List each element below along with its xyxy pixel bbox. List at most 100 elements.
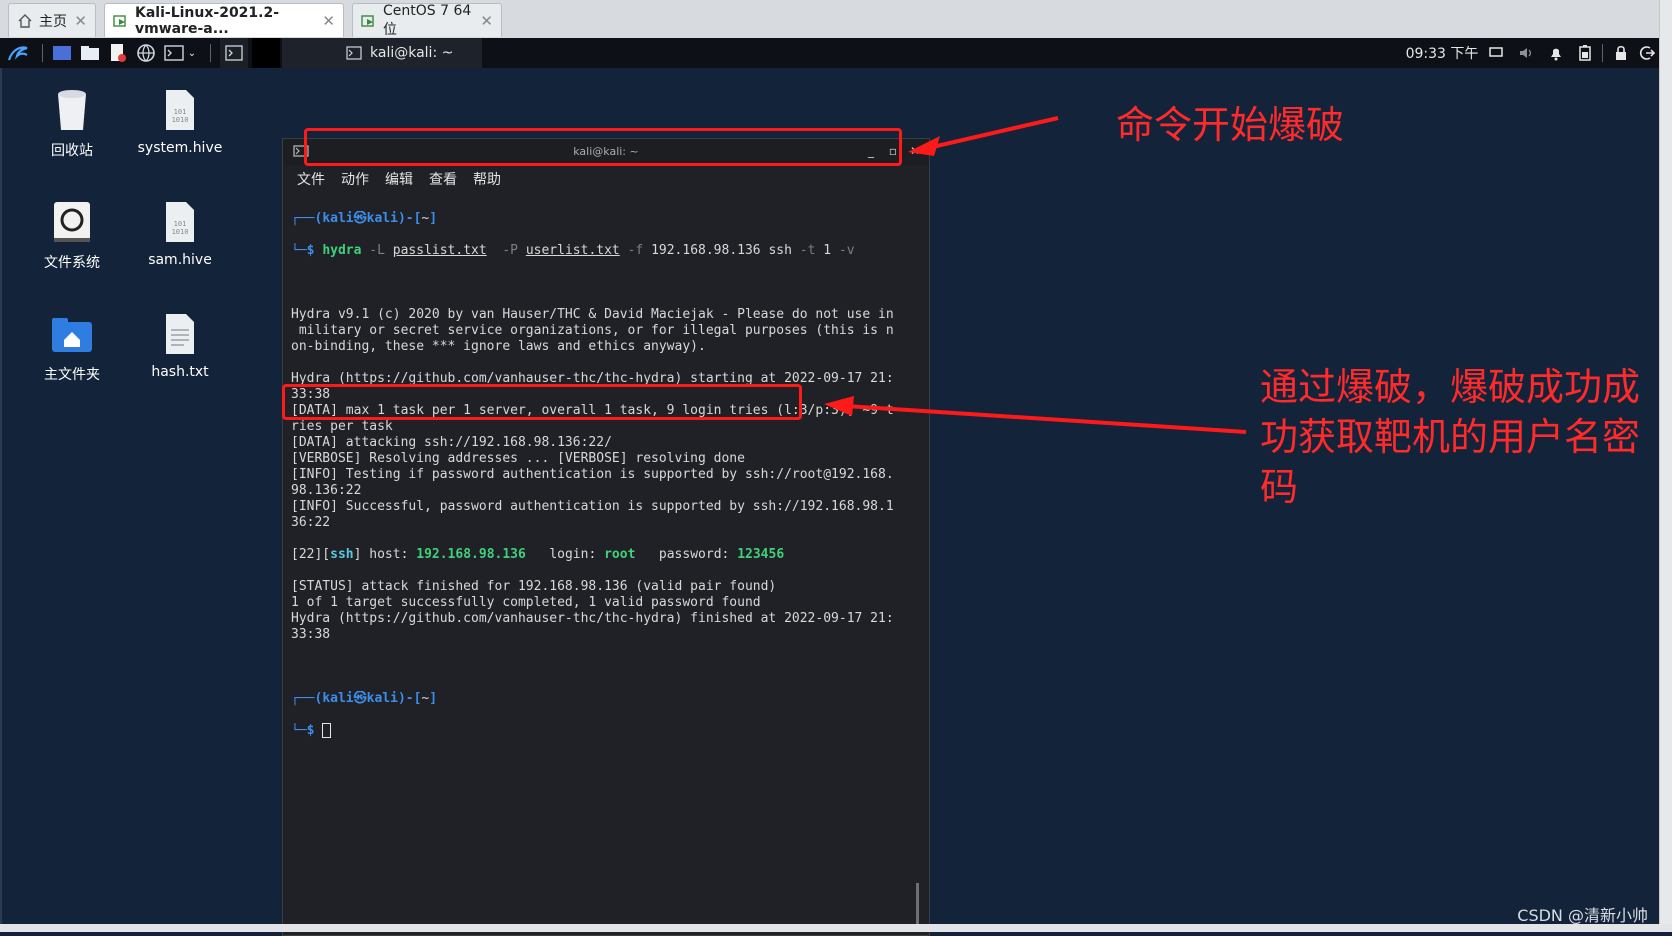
kali-dragon-icon	[7, 46, 28, 61]
command-arg: userlist.txt	[525, 243, 620, 258]
output-line: [DATA] attacking ssh://192.168.98.136:22…	[291, 435, 612, 450]
prompt-line: ┌──(kali㉿kali)-[~]	[291, 691, 438, 706]
close-icon[interactable]: ✕	[322, 12, 335, 30]
svg-text:1010: 1010	[172, 228, 189, 236]
command-bin: hydra	[322, 243, 362, 258]
csdn-watermark: CSDN @清新小帅	[1517, 906, 1648, 925]
output-line: Hydra (https://github.com/vanhauser-thc/…	[291, 611, 894, 626]
command-line: └─$ hydra -L passlist.txt -P userlist.tx…	[291, 243, 855, 258]
taskbar-terminal-button[interactable]: kali@kali: ~	[282, 38, 482, 68]
command-flag: -L	[369, 243, 385, 258]
desktop-icon-system-hive[interactable]: 101 1010 system.hive	[130, 86, 230, 156]
drive-icon	[48, 198, 96, 246]
terminal-output[interactable]: ┌──(kali㉿kali)-[~] └─$ hydra -L passlist…	[291, 195, 919, 935]
vm-icon	[361, 13, 377, 29]
menu-edit[interactable]: 编辑	[385, 169, 413, 189]
prompt-user: kali㉿kali	[322, 691, 398, 706]
show-desktop-button[interactable]	[50, 38, 74, 68]
close-icon[interactable]: ✕	[480, 12, 493, 30]
tab-home[interactable]: 主页 ✕	[8, 3, 96, 37]
terminal-window[interactable]: kali@kali: ~ _ ▫ ✕ 文件 动作 编辑 查看 帮助 ┌──(ka…	[282, 138, 930, 936]
kali-top-panel: ⌄ kali@kali: ~ 09:33 下午	[0, 38, 1660, 68]
command-flag: -f	[627, 243, 644, 258]
clock-text: 09:33 下午	[1405, 46, 1479, 62]
annotation-result: 通过爆破，爆破成功成功获取靶机的用户名密码	[1260, 365, 1641, 509]
output-line: on-binding, these *** ignore laws and et…	[291, 339, 706, 354]
globe-icon	[137, 44, 155, 62]
command-flag: -v	[838, 243, 855, 258]
result-login: root	[604, 547, 636, 562]
display-icon[interactable]	[1484, 38, 1508, 68]
battery-icon[interactable]	[1574, 38, 1596, 68]
vmware-tab-bar: 主页 ✕ Kali-Linux-2021.2-vmware-a... ✕ Cen…	[0, 0, 1672, 39]
tab-label: Kali-Linux-2021.2-vmware-a...	[135, 4, 280, 37]
kali-menu-button[interactable]	[4, 38, 32, 68]
result-line: [22][ssh] host: 192.168.98.136 login: ro…	[291, 547, 785, 562]
command-flag: -t	[799, 243, 816, 258]
output-line: [STATUS] attack finished for 192.168.98.…	[291, 579, 777, 594]
logout-icon[interactable]	[1636, 38, 1658, 68]
binary-file-icon: 101 1010	[156, 198, 204, 246]
desktop-icon-label: system.hive	[137, 140, 223, 156]
workspace-1[interactable]	[220, 38, 248, 68]
output-line: [VERBOSE] Resolving addresses ... [VERBO…	[291, 451, 745, 466]
cursor	[322, 723, 332, 738]
svg-text:1010: 1010	[172, 116, 189, 124]
terminal-scrollbar[interactable]	[916, 883, 919, 925]
chevron-down-icon[interactable]: ⌄	[188, 48, 196, 59]
tab-kali-linux[interactable]: Kali-Linux-2021.2-vmware-a... ✕	[104, 3, 344, 37]
text-file-icon	[156, 310, 204, 358]
desktop-icon-hash-txt[interactable]: hash.txt	[130, 310, 230, 380]
home-folder-icon	[48, 310, 96, 358]
annotation-command: 命令开始爆破	[1116, 103, 1345, 147]
desktop-icon-trash[interactable]: 回收站	[22, 86, 122, 160]
workspace-2[interactable]	[252, 38, 280, 68]
output-line: 98.136:22	[291, 483, 362, 498]
desktop-icon-filesystem[interactable]: 文件系统	[22, 198, 122, 272]
output-line: [INFO] Successful, password authenticati…	[291, 499, 894, 514]
result-password-label: password:	[658, 547, 730, 562]
terminal-launcher-button[interactable]: ⌄	[160, 38, 200, 68]
clock[interactable]: 09:33 下午	[1404, 38, 1480, 68]
vm-scrollbar[interactable]	[1659, 0, 1672, 932]
svg-text:101: 101	[174, 220, 187, 228]
command-highlight-box	[304, 128, 902, 166]
home-icon	[17, 13, 33, 29]
command-arg: passlist.txt	[392, 243, 487, 258]
arrow-to-command	[908, 116, 1059, 156]
text-editor-button[interactable]	[106, 38, 130, 68]
output-line: military or secret service organizations…	[291, 323, 894, 338]
command-arg: 1	[823, 243, 832, 258]
notification-bell-icon[interactable]	[1544, 38, 1568, 68]
hydra-output-after: [STATUS] attack finished for 192.168.98.…	[291, 579, 919, 643]
menu-action[interactable]: 动作	[341, 169, 369, 189]
menu-view[interactable]: 查看	[429, 169, 457, 189]
desktop-icon-sam-hive[interactable]: 101 1010 sam.hive	[130, 198, 230, 268]
vm-status-bar	[0, 924, 1672, 932]
file-manager-button[interactable]	[78, 38, 102, 68]
menu-file[interactable]: 文件	[297, 169, 325, 189]
taskbar-terminal-title: kali@kali: ~	[370, 45, 454, 61]
tab-centos[interactable]: CentOS 7 64 位 ✕	[352, 3, 502, 38]
desktop-icon	[53, 46, 71, 60]
panel-separator	[42, 44, 43, 62]
lock-icon[interactable]	[1610, 38, 1632, 68]
result-highlight-box	[282, 384, 802, 420]
tab-label: 主页	[39, 13, 67, 30]
folder-icon	[81, 46, 99, 60]
volume-icon[interactable]	[1514, 38, 1538, 68]
result-password: 123456	[737, 547, 785, 562]
panel-separator	[210, 44, 211, 62]
web-browser-button[interactable]	[134, 38, 158, 68]
close-icon[interactable]: ✕	[74, 12, 87, 30]
binary-file-icon: 101 1010	[156, 86, 204, 134]
menu-help[interactable]: 帮助	[473, 169, 501, 189]
vm-icon	[113, 13, 129, 29]
output-line: 36:22	[291, 515, 331, 530]
terminal-icon	[225, 45, 243, 61]
panel-separator	[1602, 44, 1603, 62]
desktop-icon-home-folder[interactable]: 主文件夹	[22, 310, 122, 384]
input-line[interactable]: └─$	[291, 723, 919, 739]
output-line: Hydra v9.1 (c) 2020 by van Hauser/THC & …	[291, 307, 894, 322]
